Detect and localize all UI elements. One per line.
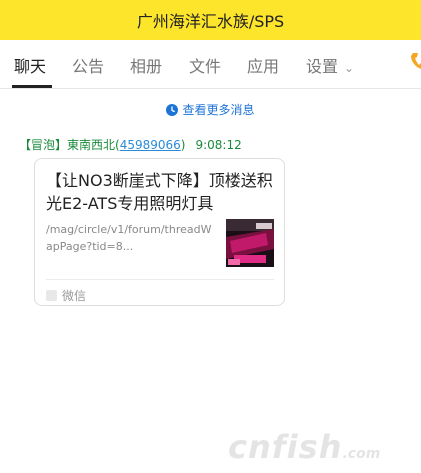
card-divider [46,279,274,280]
view-more-label: 查看更多消息 [182,103,255,117]
card-description: /mag/circle/v1/forum/threadWapPage?tid=8… [46,223,212,253]
tab-settings-label: 设置 [306,57,339,76]
view-more-messages[interactable]: 查看更多消息 [0,101,421,118]
card-thumbnail [226,219,274,267]
card-title: 【让NO3断崖式下降】顶楼送积光E2-ATS专用照明灯具 [46,171,273,213]
active-tab-indicator [12,85,52,88]
sender-qq-link[interactable]: 45989066 [120,138,181,152]
paren-close: ) [180,138,186,152]
message-time: 9:08:12 [195,138,242,152]
sender-name: 東南西北 [67,138,116,152]
card-source-label: 微信 [62,289,87,303]
group-title: 广州海洋汇水族/SPS [136,12,285,31]
clock-icon [166,104,179,116]
tab-apps[interactable]: 应用 [247,53,279,77]
chat-header: 广州海洋汇水族/SPS [0,0,421,40]
tab-album[interactable]: 相册 [130,53,162,77]
chevron-down-icon: ⌄ [344,61,355,75]
shared-link-card[interactable]: 【让NO3断崖式下降】顶楼送积光E2-ATS专用照明灯具 /mag/circle… [34,158,285,306]
message-sender-line: 【冒泡】東南西北(45989066) 9:08:12 [19,136,242,153]
card-source: 微信 [46,287,86,304]
tab-settings[interactable]: 设置 ⌄ [306,53,354,77]
tab-bar: 聊天 公告 相册 文件 应用 设置 ⌄ [0,40,421,89]
tab-announcements[interactable]: 公告 [72,53,104,77]
watermark-suffix: .com [342,446,381,462]
wechat-icon [46,290,57,301]
sender-badge: 【冒泡】 [19,138,68,152]
watermark-text: cnfish [228,428,343,466]
tab-chat[interactable]: 聊天 [14,53,46,77]
site-watermark: cnfish.com [228,428,380,466]
tab-files[interactable]: 文件 [189,53,221,77]
phone-icon[interactable] [410,52,421,70]
